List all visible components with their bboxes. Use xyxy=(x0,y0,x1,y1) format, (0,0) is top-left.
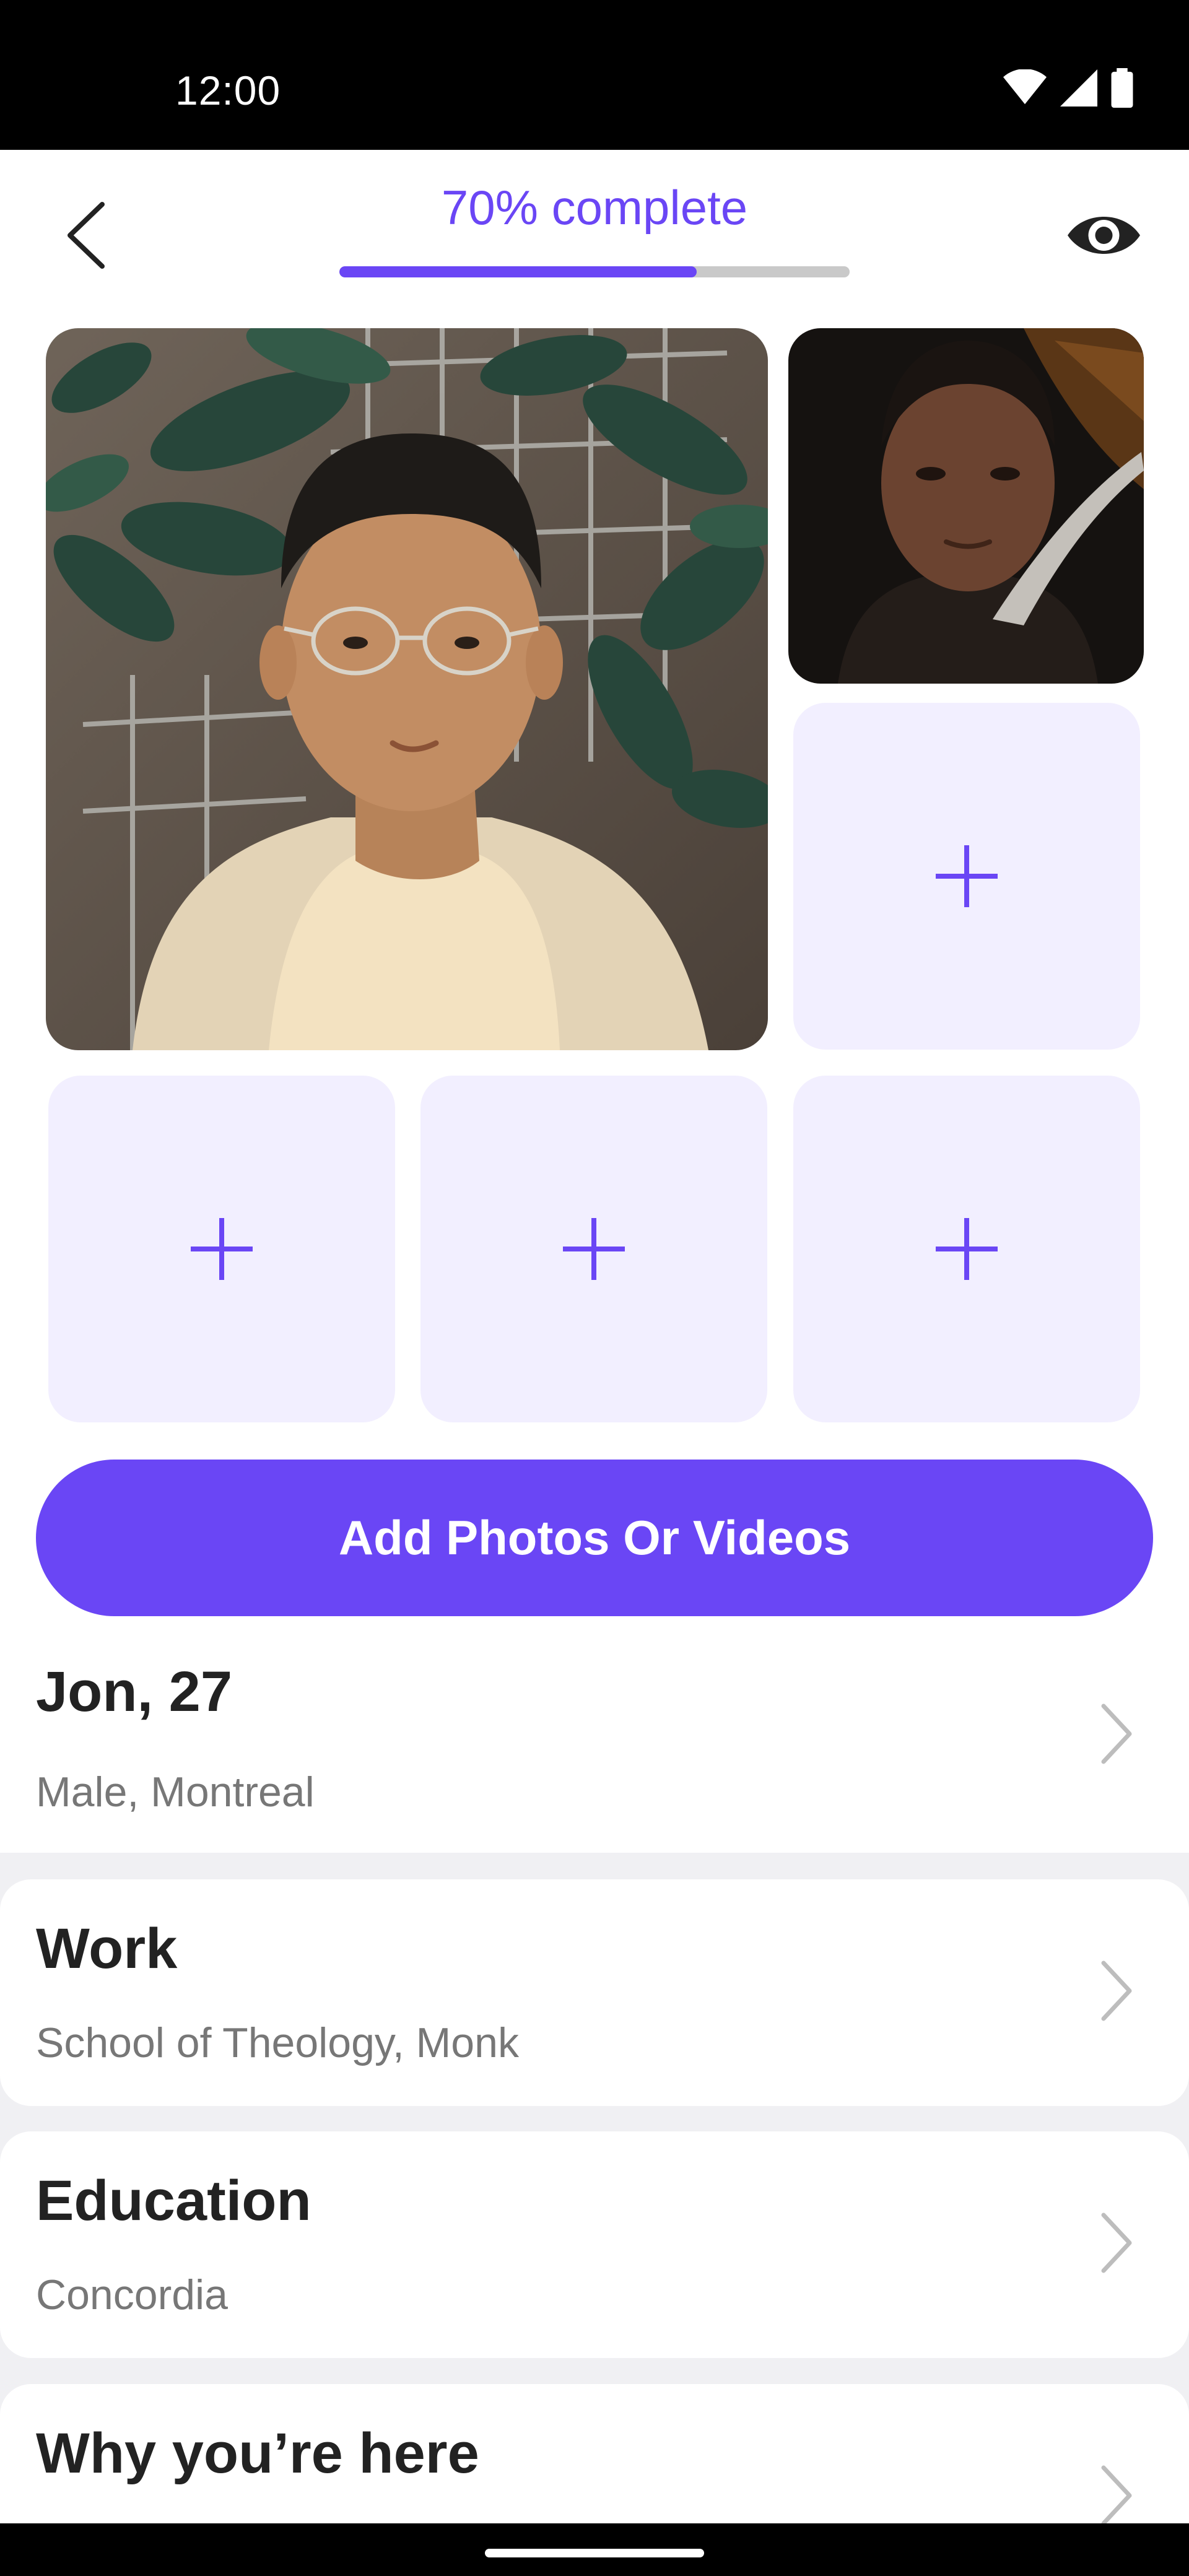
add-photo-slot[interactable] xyxy=(793,703,1140,1050)
chevron-right-icon xyxy=(1101,1960,1132,2021)
plus-icon xyxy=(191,1218,253,1280)
work-value: School of Theology, Monk xyxy=(36,2019,519,2066)
add-photo-slot[interactable] xyxy=(420,1076,767,1422)
plus-icon xyxy=(936,1218,998,1280)
chevron-right-icon xyxy=(1101,2465,1132,2526)
progress-fill xyxy=(339,266,697,277)
work-title: Work xyxy=(36,1917,178,1980)
add-photo-slot[interactable] xyxy=(48,1076,395,1422)
profile-details: Male, Montreal xyxy=(36,1769,315,1816)
education-title: Education xyxy=(36,2169,311,2232)
eye-icon xyxy=(1068,217,1140,254)
profile-photo-2[interactable] xyxy=(788,328,1144,684)
progress-label: 70% complete xyxy=(441,180,748,235)
plus-icon xyxy=(563,1218,625,1280)
portrait-photo xyxy=(46,328,768,1050)
education-card[interactable]: Education Concordia xyxy=(0,2131,1189,2358)
work-card[interactable]: Work School of Theology, Monk xyxy=(0,1879,1189,2106)
why-here-title: Why you’re here xyxy=(36,2422,479,2485)
portrait-photo xyxy=(788,328,1144,684)
education-value: Concordia xyxy=(36,2271,228,2318)
wifi-icon xyxy=(1003,69,1047,105)
chevron-left-icon xyxy=(68,202,105,269)
back-button[interactable] xyxy=(59,198,115,272)
status-time: 12:00 xyxy=(175,67,281,113)
status-icons xyxy=(1003,68,1133,108)
profile-name-age: Jon, 27 xyxy=(36,1660,233,1723)
home-gesture-handle[interactable] xyxy=(485,2549,704,2557)
plus-icon xyxy=(936,845,998,907)
chevron-right-icon xyxy=(1101,1704,1132,1764)
chevron-right-icon xyxy=(1101,2213,1132,2273)
preview-button[interactable] xyxy=(1065,204,1143,266)
signal-icon xyxy=(1060,69,1097,107)
battery-icon xyxy=(1111,68,1133,108)
profile-basics-row[interactable]: Jon, 27 Male, Montreal xyxy=(0,1622,1189,1853)
progress-bar xyxy=(339,266,850,277)
add-photo-slot[interactable] xyxy=(793,1076,1140,1422)
add-photos-button[interactable]: Add Photos Or Videos xyxy=(36,1460,1153,1616)
status-bar: 12:00 xyxy=(0,0,1189,150)
profile-photo-main[interactable] xyxy=(46,328,768,1050)
